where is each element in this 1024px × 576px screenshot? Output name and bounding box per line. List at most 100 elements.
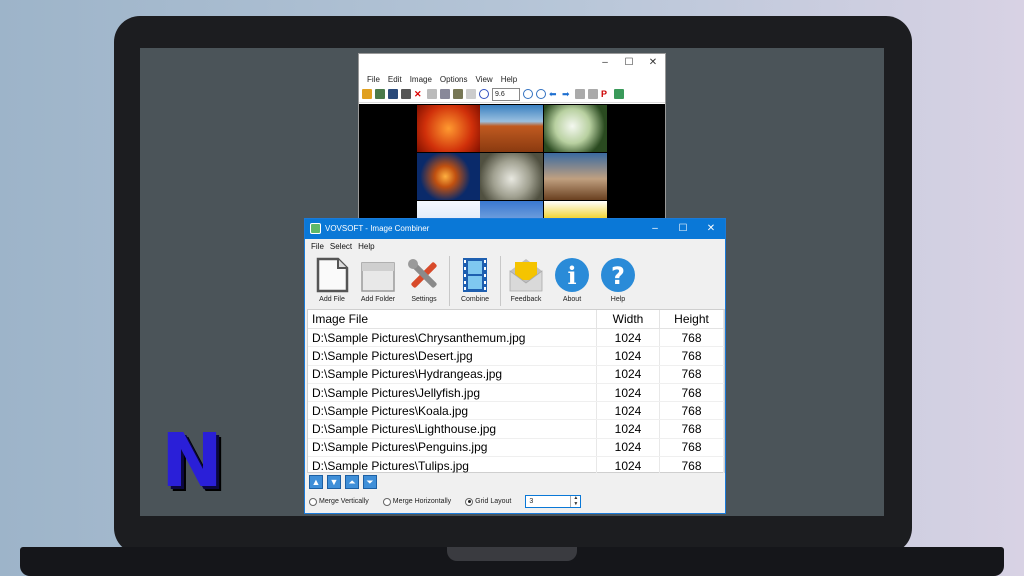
merge-vertically-radio[interactable]: Merge Vertically: [309, 497, 369, 506]
merge-horizontally-radio[interactable]: Merge Horizontally: [382, 497, 451, 506]
width-cell: 1024: [596, 346, 660, 366]
table-row[interactable]: D:\Sample Pictures\Chrysanthemum.jpg 102…: [308, 328, 724, 348]
menu-image[interactable]: Image: [406, 75, 436, 84]
open-icon[interactable]: [362, 89, 372, 99]
toolbar-separator: [500, 256, 501, 306]
zoom-out-icon[interactable]: [536, 89, 546, 99]
menu-file[interactable]: File: [308, 242, 327, 251]
about-label: About: [562, 296, 582, 303]
table-row[interactable]: D:\Sample Pictures\Koala.jpg 1024 768: [308, 401, 724, 421]
minimize-button[interactable]: –: [593, 54, 617, 72]
hydrangeas-thumbnail: [544, 105, 607, 152]
close-button[interactable]: ✕: [641, 54, 665, 72]
radio-dot-selected[interactable]: [465, 497, 474, 506]
image-file-list[interactable]: Image File Width Height D:\Sample Pictur…: [307, 309, 725, 476]
zoom-in-icon[interactable]: [523, 89, 533, 99]
move-up-icon[interactable]: ▲: [309, 475, 323, 489]
grid-layout-radio[interactable]: Grid Layout: [465, 497, 511, 506]
lighthouse-thumbnail: [544, 153, 607, 200]
menu-options[interactable]: Options: [436, 75, 472, 84]
minimize-button[interactable]: –: [641, 219, 669, 239]
menu-view[interactable]: View: [472, 75, 497, 84]
viewer-menubar: File Edit Image Options View Help: [359, 72, 665, 86]
viewer-toolbar: ✕ 9.6 ⬅ ➡ P: [359, 86, 665, 103]
image-canvas: [359, 104, 665, 220]
settings-button[interactable]: Settings: [401, 254, 447, 308]
add-folder-label: Add Folder: [360, 296, 396, 303]
height-cell: 768: [659, 365, 724, 384]
toolbar-separator: [449, 256, 450, 306]
main-titlebar[interactable]: VOVSOFT - Image Combiner – ☐ ✕: [305, 219, 725, 239]
image-combiner-window[interactable]: VOVSOFT - Image Combiner – ☐ ✕ File Sele…: [304, 218, 726, 514]
svg-text:?: ?: [611, 262, 625, 290]
zoom-select[interactable]: 9.6: [492, 87, 520, 101]
move-top-icon[interactable]: ⏶: [345, 475, 359, 489]
grid-columns-spinner[interactable]: 3 ▲ ▼: [525, 495, 582, 508]
menu-help[interactable]: Help: [497, 75, 521, 84]
main-toolbar: Add File Add Folder Settings Combine Fee…: [305, 254, 725, 308]
next-arrow-icon[interactable]: ➡: [562, 89, 572, 99]
settings-label: Settings: [411, 296, 437, 303]
copy-icon[interactable]: [440, 89, 450, 99]
table-row[interactable]: D:\Sample Pictures\Desert.jpg 1024 768: [308, 346, 724, 366]
viewer-titlebar[interactable]: – ☐ ✕: [359, 54, 665, 72]
menu-edit[interactable]: Edit: [384, 75, 406, 84]
width-cell: 1024: [596, 419, 660, 439]
maximize-button[interactable]: ☐: [669, 219, 697, 239]
file-path-cell: D:\Sample Pictures\Hydrangeas.jpg: [308, 365, 597, 384]
height-cell: 768: [659, 328, 724, 348]
chrysanthemum-thumbnail: [417, 105, 480, 152]
menu-file[interactable]: File: [363, 75, 384, 84]
move-down-icon[interactable]: ▼: [327, 475, 341, 489]
menu-help[interactable]: Help: [355, 242, 377, 251]
svg-text:i: i: [567, 261, 576, 290]
table-row[interactable]: D:\Sample Pictures\Jellyfish.jpg 1024 76…: [308, 383, 724, 403]
add-folder-button[interactable]: Add Folder: [355, 254, 401, 308]
height-cell: 768: [659, 419, 724, 439]
close-button[interactable]: ✕: [697, 219, 725, 239]
combine-label: Combine: [460, 296, 489, 303]
file-path-cell: D:\Sample Pictures\Jellyfish.jpg: [308, 383, 597, 403]
info-icon[interactable]: [479, 89, 489, 99]
feedback-button[interactable]: Feedback: [503, 254, 549, 308]
previous-arrow-icon[interactable]: ⬅: [549, 89, 559, 99]
print-icon[interactable]: [401, 89, 411, 99]
film-strip-icon: [463, 258, 487, 292]
undo-icon[interactable]: [466, 89, 476, 99]
radio-dot[interactable]: [382, 497, 391, 506]
last-icon[interactable]: [588, 89, 598, 99]
table-row[interactable]: D:\Sample Pictures\Hydrangeas.jpg 1024 7…: [308, 365, 724, 384]
file-path-cell: D:\Sample Pictures\Desert.jpg: [308, 346, 597, 366]
koala-thumbnail: [480, 153, 543, 200]
paint-icon[interactable]: P: [601, 89, 611, 99]
question-icon: ?: [601, 258, 635, 292]
image-viewer-window[interactable]: – ☐ ✕ File Edit Image Options View Help …: [358, 53, 666, 221]
help-button[interactable]: ? Help: [595, 254, 641, 308]
spinner-arrows-icon[interactable]: ▲ ▼: [570, 495, 580, 507]
add-folder-icon: [361, 262, 395, 292]
move-bottom-icon[interactable]: ⏷: [363, 475, 377, 489]
radio-dot[interactable]: [309, 497, 317, 506]
merge-options: Merge Vertically Merge Horizontally Grid…: [309, 495, 582, 508]
thumbnails-icon[interactable]: [375, 89, 385, 99]
file-path-cell: D:\Sample Pictures\Koala.jpg: [308, 401, 597, 421]
about-button[interactable]: i About: [549, 254, 595, 308]
column-header-image-file[interactable]: Image File: [308, 310, 597, 329]
delete-icon[interactable]: ✕: [414, 89, 424, 99]
cut-icon[interactable]: [427, 89, 437, 99]
paste-icon[interactable]: [453, 89, 463, 99]
save-icon[interactable]: [388, 89, 398, 99]
first-icon[interactable]: [575, 89, 585, 99]
add-file-icon: [316, 257, 349, 293]
table-row[interactable]: D:\Sample Pictures\Penguins.jpg 1024 768: [308, 438, 724, 458]
n-logo: N: [161, 418, 223, 504]
combine-button[interactable]: Combine: [452, 254, 498, 308]
maximize-button[interactable]: ☐: [617, 54, 641, 72]
column-header-height[interactable]: Height: [659, 310, 724, 329]
table-row[interactable]: D:\Sample Pictures\Lighthouse.jpg 1024 7…: [308, 419, 724, 439]
menu-select[interactable]: Select: [327, 242, 355, 251]
landscape-icon[interactable]: [614, 89, 624, 99]
column-header-width[interactable]: Width: [596, 310, 660, 329]
window-title: VOVSOFT - Image Combiner: [325, 224, 430, 233]
add-file-button[interactable]: Add File: [309, 254, 355, 308]
